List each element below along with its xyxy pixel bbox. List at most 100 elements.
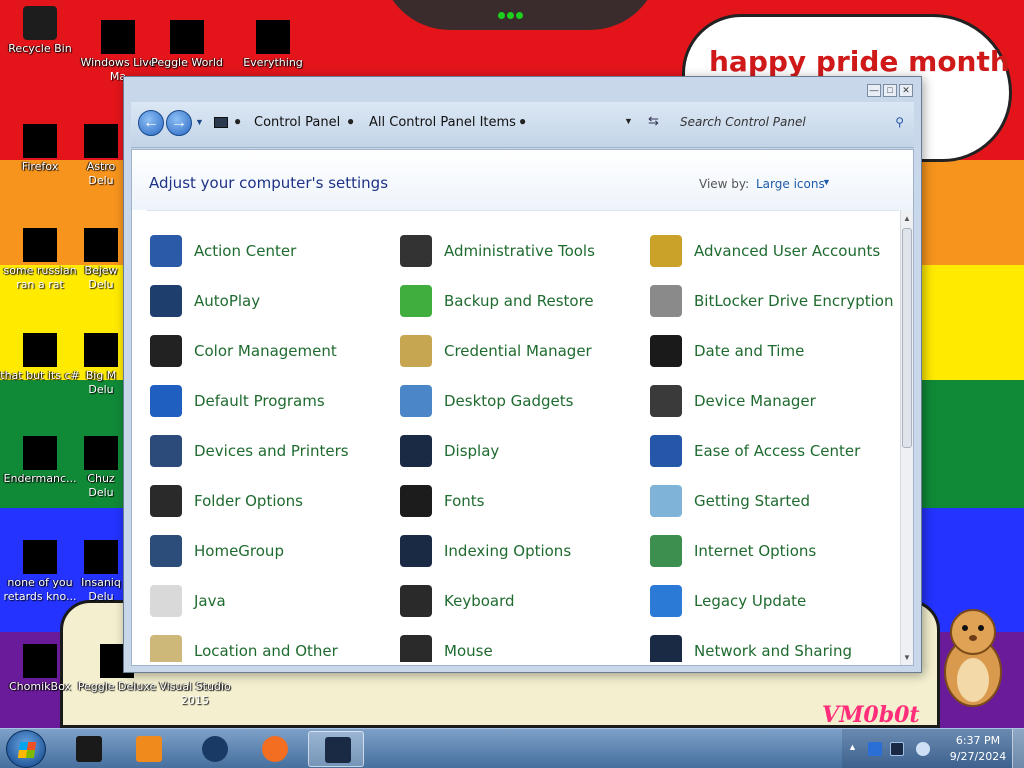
desktop-icon-chomikbox[interactable]: ChomikBox [0,644,80,694]
control-panel-item[interactable]: Location and Other [150,632,395,662]
control-panel-item-label: Credential Manager [444,342,592,360]
control-panel-item[interactable]: Legacy Update [650,582,895,622]
taskbar-app-button[interactable] [120,731,176,767]
desktop-icon-bejeweled[interactable]: Bejew Delu [76,228,126,292]
desktop-icon-recycle-bin[interactable]: Recycle Bin [0,6,80,56]
taskbar-app-button[interactable] [308,731,364,767]
desktop-icon-insaniquarium[interactable]: Insaniq Delu [76,540,126,604]
control-panel-icon [214,117,228,128]
control-panel-item[interactable]: BitLocker Drive Encryption [650,282,895,322]
clock-time[interactable]: 6:37 PM [938,734,1018,747]
vertical-scrollbar[interactable]: ▲ ▼ [900,210,913,665]
view-by-dropdown[interactable]: Large icons [756,177,825,191]
control-panel-item[interactable]: Device Manager [650,382,895,422]
desktop-icon-endermanch[interactable]: Endermanc... [0,436,80,486]
refresh-button[interactable]: ⇆ [648,113,659,129]
desktop-icon-label-line2: Delu [88,174,114,187]
control-panel-item[interactable]: Administrative Tools [400,232,645,272]
desktop-icon-some-russian[interactable]: some russian ran a rat [0,228,80,292]
control-panel-item[interactable]: Internet Options [650,532,895,572]
control-panel-item-label: Mouse [444,642,493,660]
control-panel-item[interactable]: Action Center [150,232,395,272]
search-icon[interactable]: ⚲ [895,115,904,129]
control-panel-item[interactable]: Indexing Options [400,532,645,572]
breadcrumb-control-panel[interactable]: Control Panel [254,115,340,130]
breadcrumb-all-items[interactable]: All Control Panel Items [369,115,516,130]
chevron-down-icon[interactable]: ▼ [822,177,831,187]
network-icon[interactable] [890,742,904,756]
control-panel-item[interactable]: Getting Started [650,482,895,522]
back-button[interactable]: ← [138,110,164,136]
big-money-icon [84,333,118,367]
tray-expand-icon[interactable]: ▲ [848,742,857,752]
breadcrumb-separator-icon[interactable]: ● [519,114,526,128]
desktop-icon-chuzzle[interactable]: Chuz Delu [76,436,126,500]
desktop-icon-astro[interactable]: Astro Delu [76,124,126,188]
clock-date[interactable]: 9/27/2024 [938,750,1018,763]
header-divider [147,210,899,211]
control-panel-item[interactable]: HomeGroup [150,532,395,572]
scroll-up-icon[interactable]: ▲ [903,214,911,223]
control-panel-item[interactable]: Backup and Restore [400,282,645,322]
close-button[interactable]: ✕ [899,84,913,97]
recent-pages-dropdown[interactable]: ▼ [195,117,204,127]
scroll-down-icon[interactable]: ▼ [903,653,911,662]
desktop-icon-label: Peggle World [151,56,223,69]
control-panel-item[interactable]: Mouse [400,632,645,662]
control-panel-item[interactable]: AutoPlay [150,282,395,322]
fonts-icon [400,485,432,517]
maximize-button[interactable]: □ [883,84,897,97]
control-panel-item[interactable]: Credential Manager [400,332,645,372]
search-input[interactable]: Search Control Panel [680,115,806,129]
show-desktop-button[interactable] [1012,729,1024,768]
action-center-icon [150,235,182,267]
control-panel-item[interactable]: Advanced User Accounts [650,232,895,272]
minimize-button[interactable]: — [867,84,881,97]
control-panel-item-label: Getting Started [694,492,810,510]
control-panel-item[interactable]: Keyboard [400,582,645,622]
volume-icon[interactable] [916,742,930,756]
control-panel-item[interactable]: Default Programs [150,382,395,422]
taskbar-app-button[interactable] [60,731,116,767]
control-panel-item-label: Internet Options [694,542,817,560]
address-dropdown[interactable]: ▼ [624,116,633,126]
control-panel-item-label: Legacy Update [694,592,807,610]
search-box[interactable]: Search Control Panel ⚲ [674,111,908,135]
page-title: Adjust your computer's settings [149,174,389,192]
control-panel-item[interactable]: Date and Time [650,332,895,372]
control-panel-item-label: Color Management [194,342,337,360]
control-panel-item-label: Devices and Printers [194,442,349,460]
folder-options-icon [150,485,182,517]
breadcrumb-separator-icon[interactable]: ● [347,114,354,128]
forward-button[interactable]: → [166,110,192,136]
wallpaper-cartoon-eyes [498,6,528,19]
desktop-icon-that-but-its-csharp[interactable]: that but its c# [0,333,80,383]
control-panel-item[interactable]: Network and Sharing [650,632,895,662]
control-panel-item[interactable]: Ease of Access Center [650,432,895,472]
control-panel-item[interactable]: Desktop Gadgets [400,382,645,422]
control-panel-item[interactable]: Fonts [400,482,645,522]
desktop-icon-big-money[interactable]: Big M Delu [76,333,126,397]
desktop-icon-firefox[interactable]: Firefox [0,124,80,174]
taskbar-app-button[interactable] [246,731,302,767]
desktop-icon-peggle-world[interactable]: Peggle World [147,20,227,70]
tray-app-icon[interactable] [868,742,882,756]
chevron-down-icon: ▼ [624,116,633,126]
desktop-icon-label: Insaniq [81,576,121,589]
desktop-icon-everything[interactable]: Everything [233,20,313,70]
taskbar-app-button[interactable] [186,731,242,767]
control-panel-item[interactable]: Devices and Printers [150,432,395,472]
desktop-icon-none-of-you[interactable]: none of you retards kno... [0,540,80,604]
desktop-icon-windows-live[interactable]: Windows Live Ma [78,20,158,84]
scrollbar-thumb[interactable] [902,228,912,448]
control-panel-item[interactable]: Display [400,432,645,472]
control-panel-item[interactable]: Color Management [150,332,395,372]
breadcrumb-separator-icon[interactable]: ● [234,114,241,128]
speech-bubble-text: happy pride month [709,45,1010,78]
control-panel-item[interactable]: Java [150,582,395,622]
control-panel-item-label: Administrative Tools [444,242,595,260]
control-panel-item[interactable]: Folder Options [150,482,395,522]
control-panel-item-label: Date and Time [694,342,805,360]
display-icon [400,435,432,467]
start-button[interactable] [6,730,46,768]
